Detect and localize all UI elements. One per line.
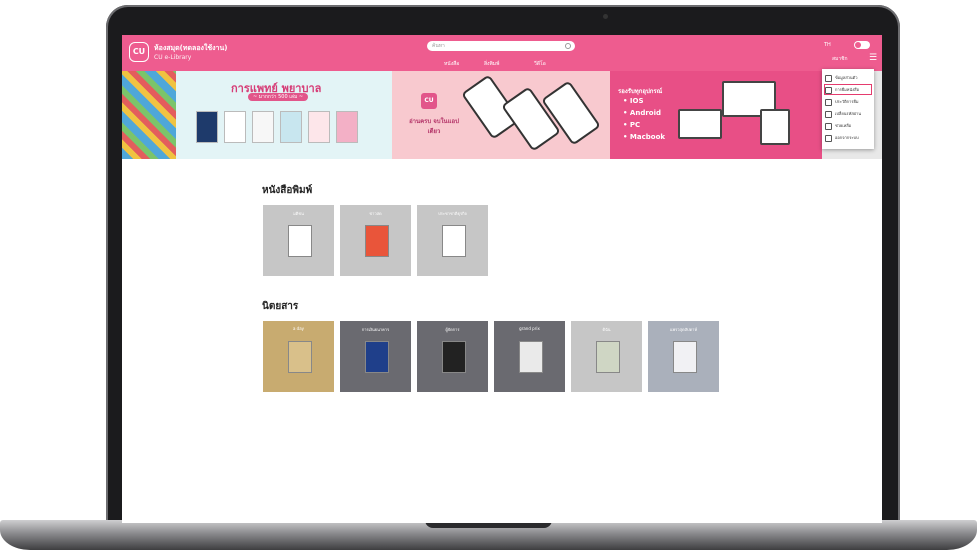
magazine-tile[interactable]: การเงินธนาคาร xyxy=(340,321,411,392)
cover-image xyxy=(596,341,620,373)
cover-image xyxy=(519,341,543,373)
search-input[interactable]: ค้นหา xyxy=(427,41,575,51)
nav-videos[interactable]: วีดีโอ xyxy=(534,60,546,68)
tile-label: a day xyxy=(292,326,305,331)
lock-icon xyxy=(825,110,832,118)
history-icon xyxy=(825,98,832,106)
language-label: TH xyxy=(824,42,831,48)
newspaper-tile[interactable]: ประชาชาติธุรกิจ xyxy=(417,205,488,276)
promo-banner[interactable]: การแพทย์ พยาบาล ~ มากกว่า 500 เล่ม ~ CU … xyxy=(122,71,882,159)
banner-devices-heading: รองรับทุกอุปกรณ์ xyxy=(618,88,663,95)
menu-item-borrowing[interactable]: การยืมหนังสือ xyxy=(824,84,872,95)
magazine-tile[interactable]: a day xyxy=(263,321,334,392)
hamburger-menu-icon[interactable]: ☰ xyxy=(869,54,877,63)
magazine-tile[interactable]: ผู้จัดการ xyxy=(417,321,488,392)
menu-item-profile[interactable]: ข้อมูลส่วนตัว xyxy=(825,73,871,82)
tile-label: ประชาชาติธุรกิจ xyxy=(438,211,467,216)
menu-item-label: เปลี่ยนรหัสผ่าน xyxy=(835,111,861,116)
section-title-newspapers: หนังสือพิมพ์ xyxy=(262,185,313,196)
app-logo[interactable]: CU xyxy=(129,42,149,62)
magazine-tile[interactable]: แพรวสุดสัปดาห์ xyxy=(648,321,719,392)
nav-publications[interactable]: สิ่งพิมพ์ xyxy=(484,60,499,68)
banner-medical-subtitle: ~ มากกว่า 500 เล่ม ~ xyxy=(248,93,308,101)
app-subtitle: CU e-Library xyxy=(154,54,192,61)
cover-image xyxy=(288,225,312,257)
tile-label: ผู้จัดการ xyxy=(445,327,460,332)
profile-icon xyxy=(825,74,832,82)
book-cover-image xyxy=(280,111,302,143)
nav-books[interactable]: หนังสือ xyxy=(444,60,459,68)
menu-item-label: ช่วยเหลือ xyxy=(835,123,852,128)
newspaper-tile[interactable]: มติชน xyxy=(263,205,334,276)
cover-image xyxy=(442,225,466,257)
help-icon xyxy=(825,122,832,130)
tablet-image xyxy=(760,109,790,145)
tile-label: แพรวสุดสัปดาห์ xyxy=(669,327,698,332)
menu-item-label: ประวัติการยืม xyxy=(835,99,859,104)
menu-item-help[interactable]: ช่วยเหลือ xyxy=(825,121,871,130)
cover-image xyxy=(288,341,312,373)
book-cover-image xyxy=(336,111,358,143)
book-cover-image xyxy=(196,111,218,143)
book-cover-image xyxy=(224,111,246,143)
banner-books-collage xyxy=(122,71,176,159)
banner-devices[interactable]: รองรับทุกอุปกรณ์ IOS Android PC Macbook xyxy=(610,71,822,159)
cover-image xyxy=(673,341,697,373)
tile-label: grand prix xyxy=(519,326,540,331)
tile-label: ดิฉัน xyxy=(602,327,611,332)
banner-app-text: อ่านครบ จบในแอปเดียว xyxy=(409,118,459,135)
cover-image xyxy=(442,341,466,373)
menu-item-label: การยืมหนังสือ xyxy=(835,87,859,92)
menu-item-label: ข้อมูลส่วนตัว xyxy=(835,75,858,80)
tile-label: มติชน xyxy=(293,211,304,216)
menu-item-history[interactable]: ประวัติการยืม xyxy=(825,97,871,106)
tile-label: การเงินธนาคาร xyxy=(361,327,390,332)
book-cover-image xyxy=(252,111,274,143)
magazine-tile[interactable]: ดิฉัน xyxy=(571,321,642,392)
book-cover-image xyxy=(308,111,330,143)
banner-app-logo: CU xyxy=(421,93,437,109)
newspaper-tile[interactable]: ข่าวสด xyxy=(340,205,411,276)
cover-image xyxy=(365,225,389,257)
user-dropdown-menu: ข้อมูลส่วนตัว การยืมหนังสือ ประวัติการยื… xyxy=(822,69,874,149)
user-name[interactable]: สมาชิก xyxy=(832,55,848,63)
logout-icon xyxy=(825,134,832,142)
banner-medical[interactable]: การแพทย์ พยาบาล ~ มากกว่า 500 เล่ม ~ xyxy=(176,71,392,159)
language-toggle[interactable] xyxy=(854,41,870,49)
camera-dot xyxy=(603,14,608,19)
menu-item-password[interactable]: เปลี่ยนรหัสผ่าน xyxy=(825,109,871,118)
app-header: CU ห้องสมุด(ทดลองใช้งาน) CU e-Library ค้… xyxy=(122,35,882,71)
device-macbook: Macbook xyxy=(623,133,665,141)
device-pc: PC xyxy=(623,121,640,129)
app-title: ห้องสมุด(ทดลองใช้งาน) xyxy=(154,44,228,52)
menu-item-logout[interactable]: ออกจากระบบ xyxy=(825,133,871,142)
screen: CU ห้องสมุด(ทดลองใช้งาน) CU e-Library ค้… xyxy=(122,35,882,523)
section-title-magazines: นิตยสาร xyxy=(262,301,299,312)
tile-label: ข่าวสด xyxy=(369,211,382,216)
laptop-image xyxy=(678,109,722,139)
magazine-tile[interactable]: grand prix xyxy=(494,321,565,392)
banner-app[interactable]: CU อ่านครบ จบในแอปเดียว xyxy=(392,71,610,159)
menu-item-label: ออกจากระบบ xyxy=(835,135,859,140)
device-android: Android xyxy=(623,109,661,117)
device-ios: IOS xyxy=(623,97,644,105)
book-icon xyxy=(825,86,832,94)
cover-image xyxy=(365,341,389,373)
search-icon[interactable] xyxy=(565,43,571,49)
